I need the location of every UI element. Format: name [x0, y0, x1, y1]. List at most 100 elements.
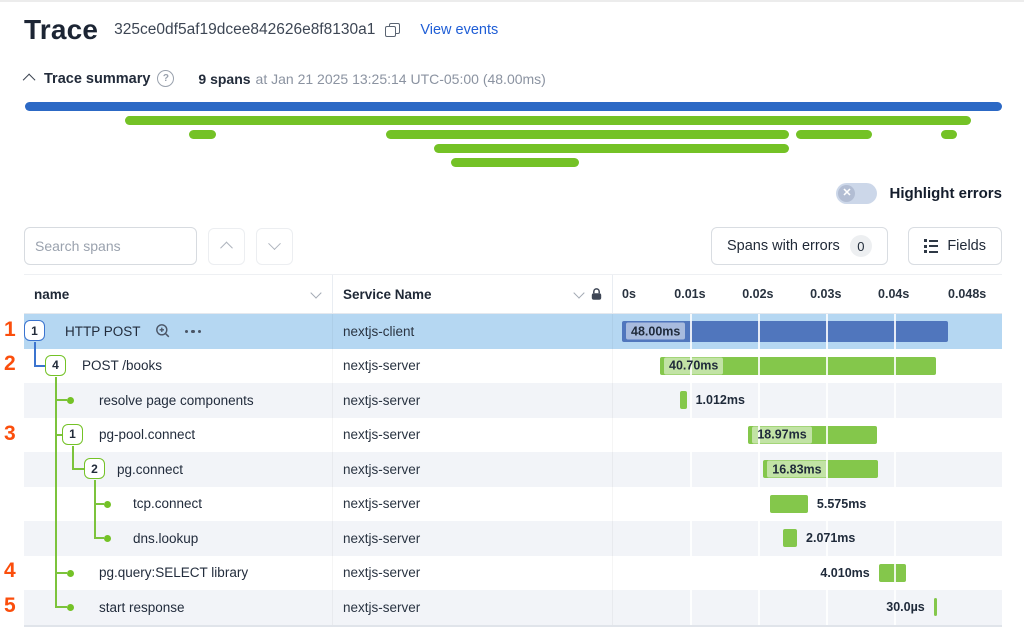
page-title: Trace [24, 14, 98, 46]
gridline [826, 590, 828, 625]
help-icon[interactable]: ? [157, 70, 174, 87]
timeline-cell: 18.97ms [613, 418, 1002, 453]
spans-with-errors-button[interactable]: Spans with errors 0 [711, 227, 888, 265]
service-name: nextjs-server [333, 349, 613, 384]
span-duration-bar[interactable] [934, 598, 937, 616]
span-name-cell[interactable]: 4POST /books [24, 349, 333, 384]
gridline [894, 349, 896, 384]
span-name: start response [99, 600, 185, 615]
timeline-cell: 1.012ms [613, 383, 1002, 418]
zoom-in-icon[interactable] [155, 323, 171, 339]
minimap-row [25, 116, 1002, 125]
gridline [894, 452, 896, 487]
next-match-button[interactable] [256, 228, 293, 265]
expand-collapse-badge[interactable]: 1 [62, 424, 83, 445]
chevron-up-icon [220, 241, 233, 254]
minimap-span-bar[interactable] [25, 102, 1002, 111]
minimap-row [25, 130, 1002, 139]
minimap-span-bar[interactable] [796, 130, 872, 139]
span-name-cell[interactable]: start response [24, 590, 333, 625]
span-name-cell[interactable]: tcp.connect [24, 487, 333, 522]
leaf-dot-icon [104, 501, 111, 508]
span-name: HTTP POST [65, 324, 141, 339]
minimap-span-bar[interactable] [941, 130, 957, 139]
gridline [826, 349, 828, 384]
gridline [894, 383, 896, 418]
span-row[interactable]: dns.lookupnextjs-server2.071ms [24, 521, 1002, 556]
gridline [894, 521, 896, 556]
collapse-chevron-icon[interactable] [23, 74, 36, 87]
spans-table: name Service Name 0s0.01s0.02s0.03s0.04s… [24, 274, 1002, 627]
gridline [758, 349, 760, 384]
span-row[interactable]: 1pg-pool.connectnextjs-server18.97ms [24, 418, 1002, 453]
timeline-cell: 16.83ms [613, 452, 1002, 487]
summary-time: at Jan 21 2025 13:25:14 UTC-05:00 (48.00… [256, 71, 546, 87]
span-row[interactable]: start responsenextjs-server30.0µs [24, 590, 1002, 625]
gridline [894, 556, 896, 591]
gridline [894, 418, 896, 453]
span-duration-label: 5.575ms [817, 497, 866, 511]
minimap-span-bar[interactable] [451, 158, 579, 167]
span-name: pg.connect [117, 462, 183, 477]
highlight-errors-toggle[interactable]: ✕ [836, 183, 877, 204]
minimap-row [25, 158, 1002, 167]
previous-match-button[interactable] [208, 228, 245, 265]
service-name: nextjs-server [333, 452, 613, 487]
expand-collapse-badge[interactable]: 1 [24, 320, 45, 341]
column-header-name[interactable]: name [24, 275, 333, 313]
gridline [690, 452, 692, 487]
expand-collapse-badge[interactable]: 4 [45, 355, 66, 376]
gridline [690, 487, 692, 522]
annotation-number: 3 [4, 422, 16, 446]
timeline-cell: 2.071ms [613, 521, 1002, 556]
minimap-span-bar[interactable] [386, 130, 789, 139]
chevron-down-icon[interactable] [310, 287, 321, 298]
span-row[interactable]: resolve page componentsnextjs-server1.01… [24, 383, 1002, 418]
more-actions-icon[interactable] [185, 330, 202, 334]
chevron-down-icon[interactable] [573, 287, 584, 298]
fields-label: Fields [947, 238, 986, 254]
span-row[interactable]: tcp.connectnextjs-server5.575ms [24, 487, 1002, 522]
lock-icon[interactable] [591, 288, 602, 301]
fields-button[interactable]: Fields [908, 227, 1002, 265]
leaf-dot-icon [104, 535, 111, 542]
span-name-cell[interactable]: dns.lookup [24, 521, 333, 556]
minimap-span-bar[interactable] [125, 116, 971, 125]
span-count: 9 spans [198, 71, 250, 87]
timeline-cell: 40.70ms [613, 349, 1002, 384]
trace-minimap[interactable] [25, 101, 1002, 171]
expand-collapse-badge[interactable]: 2 [84, 458, 105, 479]
minimap-span-bar[interactable] [434, 144, 789, 153]
trace-page: 12345 Trace 325ce0df5af19dcee842626e8f81… [0, 0, 1024, 636]
span-name-cell[interactable]: resolve page components [24, 383, 333, 418]
gridline [690, 383, 692, 418]
span-duration-bar[interactable] [783, 529, 797, 547]
span-name-cell[interactable]: 1pg-pool.connect [24, 418, 333, 453]
gridline [758, 590, 760, 625]
span-name-cell[interactable]: pg.query:SELECT library [24, 556, 333, 591]
view-events-link[interactable]: View events [420, 22, 498, 38]
highlight-errors-row: ✕ Highlight errors [836, 183, 1002, 204]
span-duration-bar[interactable] [770, 495, 808, 513]
minimap-span-bar[interactable] [189, 130, 216, 139]
copy-icon[interactable] [385, 23, 400, 38]
span-duration-bar[interactable] [879, 564, 906, 582]
span-duration-bar[interactable] [680, 391, 687, 409]
column-header-service[interactable]: Service Name [333, 275, 613, 313]
search-spans-input[interactable] [24, 227, 197, 265]
gridline [826, 314, 828, 349]
gridline [758, 452, 760, 487]
span-row[interactable]: 4POST /booksnextjs-server40.70ms [24, 349, 1002, 384]
span-duration-label: 48.00ms [626, 323, 685, 340]
span-name-cell[interactable]: 1 HTTP POST [24, 314, 333, 349]
service-column-label: Service Name [343, 287, 432, 302]
span-duration-label: 1.012ms [696, 393, 745, 407]
span-row[interactable]: pg.query:SELECT librarynextjs-server4.01… [24, 556, 1002, 591]
span-row[interactable]: 2 pg.connect nextjs-server16.83ms [24, 452, 1002, 487]
span-duration-label: 4.010ms [820, 566, 869, 580]
gridline [690, 556, 692, 591]
span-row[interactable]: 1HTTP POSTnextjs-client48.00ms [24, 314, 1002, 349]
span-duration-label: 2.071ms [806, 531, 855, 545]
leaf-dot-icon [67, 604, 74, 611]
span-name-cell[interactable]: 2 pg.connect [24, 452, 333, 487]
